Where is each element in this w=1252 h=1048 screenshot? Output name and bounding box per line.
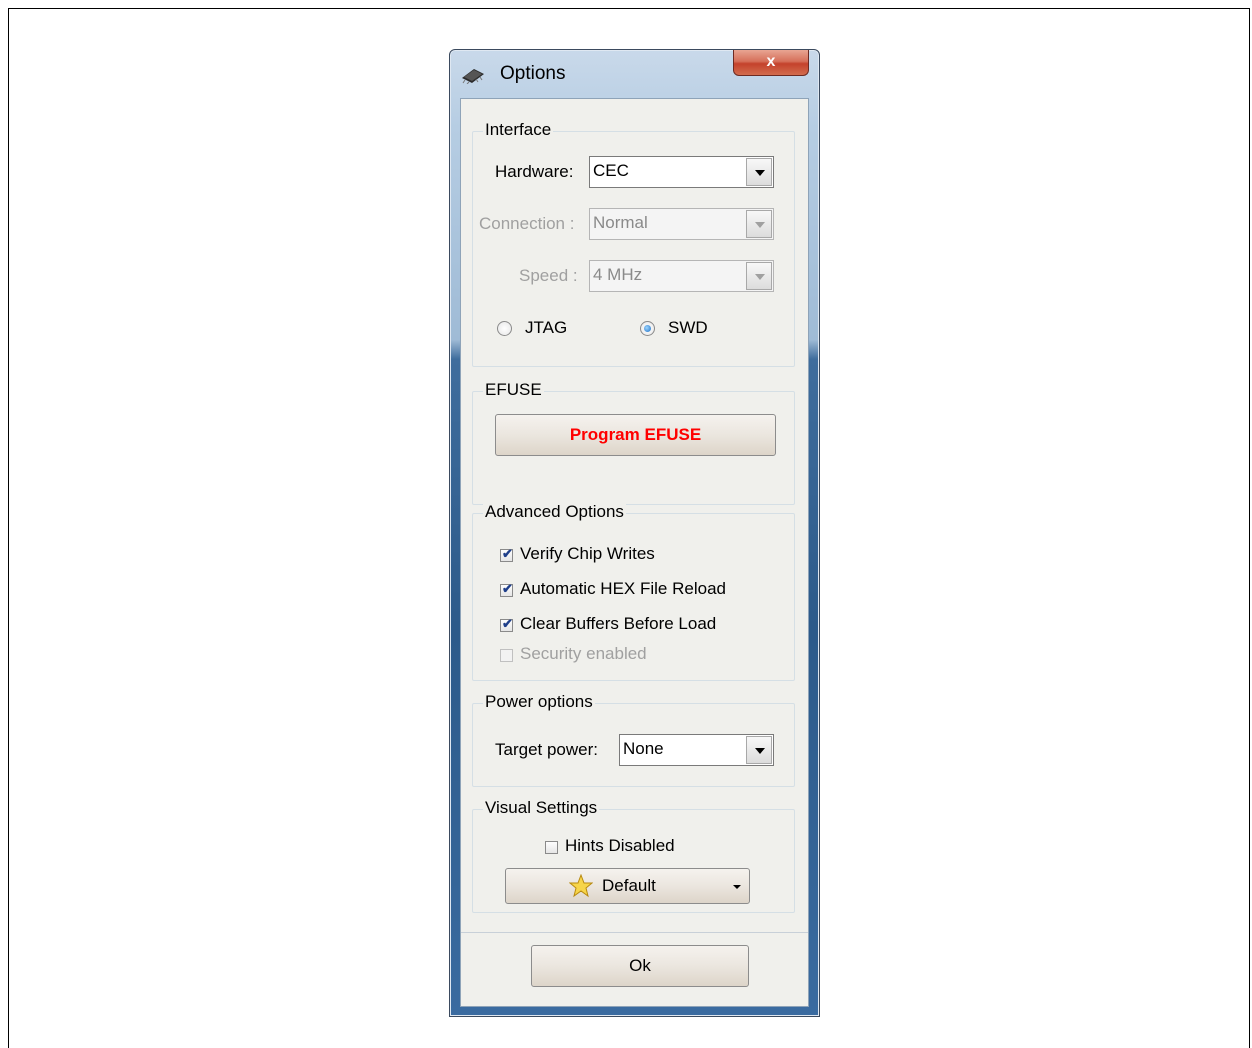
chevron-down-icon[interactable]: [746, 736, 772, 764]
check-icon: ✔: [502, 616, 513, 631]
power-options-title: Power options: [483, 692, 595, 712]
footer-divider: [461, 932, 808, 933]
theme-default-label: Default: [602, 876, 656, 895]
theme-default-button[interactable]: Default: [505, 868, 750, 904]
connection-select[interactable]: Normal: [589, 208, 774, 240]
star-icon: [569, 874, 593, 898]
clear-buffers-checkbox[interactable]: ✔: [500, 616, 513, 632]
speed-select[interactable]: 4 MHz: [589, 260, 774, 292]
check-icon: ✔: [502, 581, 513, 596]
swd-radio[interactable]: [640, 321, 655, 336]
ok-button[interactable]: Ok: [531, 945, 749, 987]
target-power-select[interactable]: None: [619, 734, 774, 766]
verify-chip-writes-checkbox[interactable]: ✔: [500, 546, 513, 562]
advanced-options-group: Advanced Options ✔ Verify Chip Writes ✔ …: [472, 502, 795, 681]
close-button[interactable]: x: [733, 50, 809, 76]
hardware-select[interactable]: CEC: [589, 156, 774, 188]
chevron-down-icon[interactable]: [746, 158, 772, 186]
visual-settings-group: Visual Settings Hints Disabled Default: [472, 798, 795, 913]
visual-settings-title: Visual Settings: [483, 798, 600, 818]
chip-icon: [462, 69, 484, 84]
dialog-client-area: Interface Hardware: CEC Connection : Nor…: [460, 98, 809, 1007]
hints-disabled-label[interactable]: Hints Disabled: [565, 836, 675, 856]
speed-value: 4 MHz: [593, 265, 643, 284]
jtag-radio[interactable]: [497, 321, 512, 336]
check-icon: ✔: [502, 546, 513, 561]
hints-disabled-checkbox[interactable]: [545, 841, 558, 854]
interface-group: Interface Hardware: CEC Connection : Nor…: [472, 120, 795, 367]
window-title: Options: [500, 63, 566, 84]
program-efuse-button[interactable]: Program EFUSE: [495, 414, 776, 456]
hardware-label: Hardware:: [495, 162, 574, 181]
security-enabled-label[interactable]: Security enabled: [520, 644, 647, 664]
auto-hex-reload-label[interactable]: Automatic HEX File Reload: [520, 579, 726, 599]
target-power-label: Target power:: [495, 740, 598, 759]
jtag-label[interactable]: JTAG: [525, 318, 567, 338]
power-options-group: Power options Target power: None: [472, 692, 795, 787]
connection-value: Normal: [593, 213, 648, 232]
chevron-down-icon[interactable]: [746, 210, 772, 238]
auto-hex-reload-checkbox[interactable]: ✔: [500, 581, 513, 597]
swd-label[interactable]: SWD: [668, 318, 708, 338]
close-icon: x: [766, 53, 776, 70]
efuse-group-title: EFUSE: [483, 380, 544, 400]
connection-label: Connection :: [479, 214, 575, 233]
clear-buffers-label[interactable]: Clear Buffers Before Load: [520, 614, 716, 634]
advanced-options-title: Advanced Options: [483, 502, 626, 522]
interface-group-title: Interface: [483, 120, 554, 140]
chevron-down-icon[interactable]: [746, 262, 772, 290]
security-enabled-checkbox[interactable]: [500, 649, 513, 662]
target-power-value: None: [623, 739, 664, 758]
efuse-group: EFUSE Program EFUSE: [472, 380, 795, 505]
hardware-value: CEC: [593, 161, 629, 180]
dropdown-arrow-icon: [733, 885, 741, 889]
speed-label: Speed :: [519, 266, 578, 285]
options-dialog: Options x Interface Hardware: CEC Connec…: [449, 49, 820, 1017]
title-bar[interactable]: Options x: [450, 50, 819, 98]
verify-chip-writes-label[interactable]: Verify Chip Writes: [520, 544, 655, 564]
